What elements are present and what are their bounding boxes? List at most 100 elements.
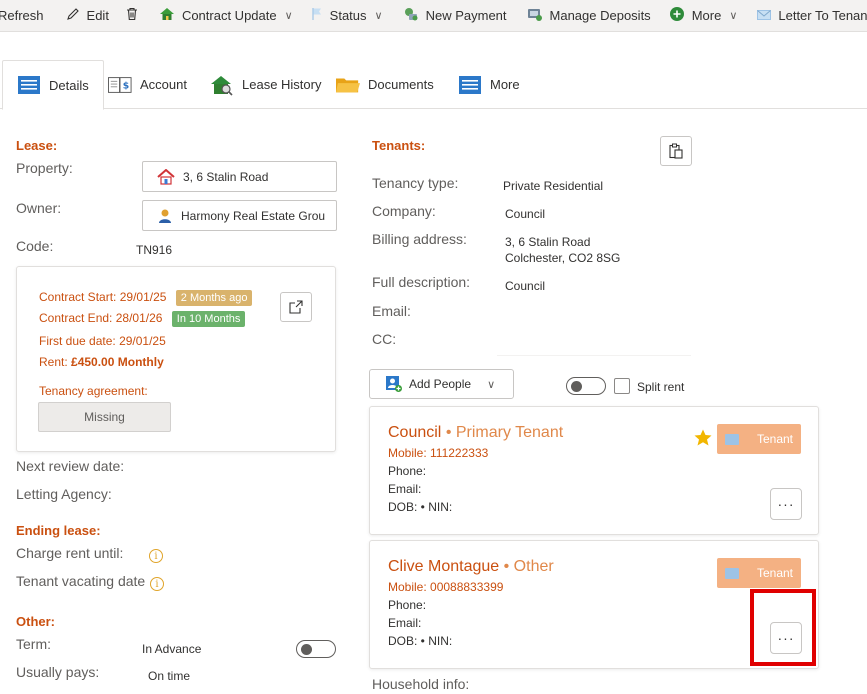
more-options-button[interactable]: ··· xyxy=(770,488,802,520)
full-description-value: Council xyxy=(505,279,546,293)
email-label: Email: xyxy=(372,303,411,319)
chevron-down-icon: ∨ xyxy=(729,10,738,22)
contract-start-row: Contract Start: 29/01/25 2 Months ago xyxy=(39,290,253,306)
tenant-dob-nin: DOB: • NIN: xyxy=(388,634,453,648)
owner-label: Owner: xyxy=(16,200,62,216)
tenancy-type-value: Private Residential xyxy=(503,179,604,193)
tenant-phone: Phone: xyxy=(388,464,427,478)
split-rent-label: Split rent xyxy=(637,380,685,394)
plus-circle-icon xyxy=(669,6,685,25)
info-icon[interactable]: i xyxy=(149,549,163,563)
code-label: Code: xyxy=(16,238,54,254)
manage-deposits-button[interactable]: Manage Deposits xyxy=(519,0,659,31)
open-external-icon xyxy=(289,300,303,314)
tab-bar: Details $ Account Lease History Document… xyxy=(0,60,867,110)
contract-start-label: Contract Start: xyxy=(39,290,117,304)
contract-end-row: Contract End: 28/01/26 In 10 Months xyxy=(39,311,246,327)
billing-address-label: Billing address: xyxy=(372,231,467,247)
household-info-label: Household info: xyxy=(372,676,470,692)
edit-button[interactable]: Edit xyxy=(58,0,117,31)
billing-address-line1: 3, 6 Stalin Road xyxy=(505,235,591,249)
pencil-icon xyxy=(66,7,80,24)
edit-label: Edit xyxy=(86,8,109,23)
tenant-tag: Tenant xyxy=(717,424,801,454)
term-value: In Advance xyxy=(142,642,202,656)
tab-more[interactable]: More xyxy=(458,60,520,109)
tab-account[interactable]: $ Account xyxy=(108,60,187,109)
more-list-icon xyxy=(458,75,482,95)
full-description-label: Full description: xyxy=(372,274,471,290)
billing-address-line2: Colchester, CO2 8SG xyxy=(505,251,621,265)
letter-to-tenant-button[interactable]: Letter To Tenant xyxy=(749,0,867,31)
open-external-button[interactable] xyxy=(280,292,312,322)
contract-card: Contract Start: 29/01/25 2 Months ago Co… xyxy=(16,266,336,452)
contract-update-button[interactable]: Contract Update ∨ xyxy=(151,0,301,31)
delete-button[interactable] xyxy=(117,0,147,31)
folder-icon xyxy=(336,75,360,95)
letter-to-tenant-label: Letter To Tenant xyxy=(778,8,867,23)
charge-rent-label: Charge rent until: xyxy=(16,545,124,561)
tab-lease-history[interactable]: Lease History xyxy=(210,60,321,109)
company-label: Company: xyxy=(372,203,436,219)
ledger-icon: $ xyxy=(108,75,132,95)
add-person-icon xyxy=(386,376,402,392)
rent-value: £450.00 xyxy=(71,355,115,369)
svg-text:$: $ xyxy=(123,80,129,91)
new-payment-button[interactable]: New Payment xyxy=(395,0,515,31)
first-due-row: First due date: 29/01/25 xyxy=(39,334,166,348)
more-label: More xyxy=(691,8,722,23)
first-due-label: First due date: xyxy=(39,334,116,348)
other-heading: Other: xyxy=(16,614,55,629)
property-label: Property: xyxy=(16,160,73,176)
person-icon xyxy=(157,208,173,224)
term-label: Term: xyxy=(16,636,51,652)
tenant-email: Email: xyxy=(388,616,422,630)
new-payment-label: New Payment xyxy=(425,8,507,23)
tab-details[interactable]: Details xyxy=(2,60,104,110)
company-value: Council xyxy=(505,207,546,221)
contract-start-value: 29/01/25 xyxy=(119,290,167,304)
chevron-down-icon: ∨ xyxy=(284,10,293,22)
home-icon xyxy=(157,168,175,185)
owner-field[interactable]: Harmony Real Estate Grou xyxy=(142,200,337,231)
cc-input[interactable] xyxy=(497,330,691,356)
add-people-label: Add People xyxy=(409,377,472,391)
tenant-mobile: Mobile: 00088833399 xyxy=(388,580,504,594)
tab-account-label: Account xyxy=(140,77,187,92)
star-icon[interactable] xyxy=(694,429,712,446)
split-rent-toggle[interactable] xyxy=(566,377,606,395)
clipboard-icon xyxy=(669,143,683,159)
owner-value: Harmony Real Estate Grou xyxy=(181,208,326,223)
paste-button[interactable] xyxy=(660,136,692,166)
property-value: 3, 6 Stalin Road xyxy=(183,169,269,184)
tenant-card[interactable]: Council • Primary Tenant Mobile: 1112223… xyxy=(369,406,819,535)
cc-label: CC: xyxy=(372,331,397,347)
tenancy-agreement-label: Tenancy agreement: xyxy=(39,384,148,398)
id-card-icon xyxy=(724,567,739,579)
house-search-icon xyxy=(210,75,234,96)
info-icon[interactable]: i xyxy=(150,577,164,591)
lease-heading: Lease: xyxy=(16,138,58,153)
more-button[interactable]: More ∨ xyxy=(661,0,746,31)
split-rent-checkbox[interactable] xyxy=(614,378,630,394)
status-button[interactable]: Status ∨ xyxy=(303,0,391,31)
tab-details-label: Details xyxy=(49,77,89,93)
tenant-email: Email: xyxy=(388,482,422,496)
envelope-icon xyxy=(757,8,772,24)
payment-icon xyxy=(403,6,419,25)
add-people-button[interactable]: Add People ∨ xyxy=(369,369,514,399)
flag-icon xyxy=(311,7,323,24)
chevron-down-icon: ∨ xyxy=(374,10,383,22)
property-field[interactable]: 3, 6 Stalin Road xyxy=(142,161,337,192)
tenant-name-row: Clive Montague • Other xyxy=(388,558,554,576)
rent-row: Rent: £450.00 Monthly xyxy=(39,355,164,369)
refresh-button[interactable]: Refresh xyxy=(0,0,52,31)
command-toolbar: Refresh Edit Contract Update ∨ Status ∨ … xyxy=(0,0,867,32)
tenancy-agreement-missing-button[interactable]: Missing xyxy=(38,402,171,432)
tab-lease-history-label: Lease History xyxy=(242,77,322,92)
term-toggle[interactable] xyxy=(296,640,336,658)
trash-icon xyxy=(125,7,139,24)
tab-documents[interactable]: Documents xyxy=(336,60,434,109)
contract-end-label: Contract End: xyxy=(39,311,113,325)
contract-end-badge: In 10 Months xyxy=(171,311,246,327)
